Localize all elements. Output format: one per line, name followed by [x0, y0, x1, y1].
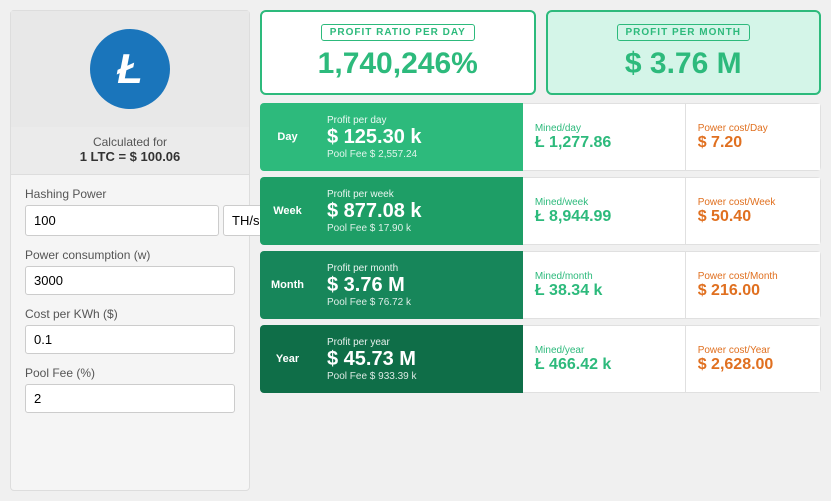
power-cell: Power cost/Month $ 216.00 — [686, 251, 821, 319]
period-label: Year — [260, 325, 315, 393]
pool-fee-value: Pool Fee $ 76.72 k — [327, 297, 511, 308]
mined-value: Ł 466.42 k — [535, 356, 673, 374]
profit-value: $ 3.76 M — [327, 274, 511, 297]
right-panel: PROFIT RATIO PER DAY 1,740,246% PROFIT P… — [260, 10, 821, 491]
profit-value: $ 125.30 k — [327, 126, 511, 149]
power-value: $ 2,628.00 — [698, 356, 808, 374]
power-value: $ 216.00 — [698, 282, 808, 300]
period-label: Day — [260, 103, 315, 171]
power-cell: Power cost/Week $ 50.40 — [686, 177, 821, 245]
table-row: Week Profit per week $ 877.08 k Pool Fee… — [260, 177, 821, 245]
main-container: Ł Calculated for 1 LTC = $ 100.06 Hashin… — [0, 0, 831, 501]
monthly-box: PROFIT PER MONTH $ 3.76 M — [546, 10, 822, 95]
calc-for-label: Calculated for — [11, 135, 249, 149]
exchange-rate: 1 LTC = $ 100.06 — [11, 149, 249, 164]
profit-cell: Profit per year $ 45.73 M Pool Fee $ 933… — [315, 325, 523, 393]
form-section: Hashing Power TH/s GH/s MH/s KH/s H/s Po… — [11, 175, 249, 413]
mined-value: Ł 1,277.86 — [535, 134, 673, 152]
top-metrics: PROFIT RATIO PER DAY 1,740,246% PROFIT P… — [260, 10, 821, 95]
cost-per-kwh-input[interactable] — [25, 325, 235, 354]
mined-cell: Mined/day Ł 1,277.86 — [523, 103, 686, 171]
hashing-power-row: TH/s GH/s MH/s KH/s H/s — [25, 205, 235, 236]
power-consumption-input[interactable] — [25, 266, 235, 295]
profit-value: $ 877.08 k — [327, 200, 511, 223]
pool-fee-label: Pool Fee (%) — [25, 366, 235, 380]
table-row: Month Profit per month $ 3.76 M Pool Fee… — [260, 251, 821, 319]
monthly-value: $ 3.76 M — [560, 47, 808, 81]
mined-value: Ł 38.34 k — [535, 282, 673, 300]
power-cell: Power cost/Year $ 2,628.00 — [686, 325, 821, 393]
pool-fee-input[interactable] — [25, 384, 235, 413]
logo-letter: Ł — [117, 45, 143, 93]
calc-for-section: Calculated for 1 LTC = $ 100.06 — [11, 127, 249, 175]
hashing-power-label: Hashing Power — [25, 187, 235, 201]
power-label: Power cost/Day — [698, 123, 808, 134]
ratio-box: PROFIT RATIO PER DAY 1,740,246% — [260, 10, 536, 95]
profit-cell: Profit per week $ 877.08 k Pool Fee $ 17… — [315, 177, 523, 245]
mined-label: Mined/year — [535, 345, 673, 356]
pool-fee-value: Pool Fee $ 2,557.24 — [327, 149, 511, 160]
power-label: Power cost/Week — [698, 197, 808, 208]
period-label: Month — [260, 251, 315, 319]
pool-fee-value: Pool Fee $ 933.39 k — [327, 371, 511, 382]
profit-label: Profit per week — [327, 189, 511, 200]
mined-label: Mined/day — [535, 123, 673, 134]
profit-label: Profit per month — [327, 263, 511, 274]
profit-cell: Profit per month $ 3.76 M Pool Fee $ 76.… — [315, 251, 523, 319]
power-value: $ 50.40 — [698, 208, 808, 226]
power-label: Power cost/Year — [698, 345, 808, 356]
profit-value: $ 45.73 M — [327, 348, 511, 371]
power-label: Power cost/Month — [698, 271, 808, 282]
mined-cell: Mined/year Ł 466.42 k — [523, 325, 686, 393]
ltc-logo: Ł — [90, 29, 170, 109]
ratio-value: 1,740,246% — [274, 47, 522, 81]
table-row: Day Profit per day $ 125.30 k Pool Fee $… — [260, 103, 821, 171]
mined-cell: Mined/month Ł 38.34 k — [523, 251, 686, 319]
power-value: $ 7.20 — [698, 134, 808, 152]
left-panel: Ł Calculated for 1 LTC = $ 100.06 Hashin… — [10, 10, 250, 491]
period-label: Week — [260, 177, 315, 245]
ratio-label: PROFIT RATIO PER DAY — [321, 24, 475, 41]
cost-per-kwh-label: Cost per KWh ($) — [25, 307, 235, 321]
monthly-label: PROFIT PER MONTH — [617, 24, 750, 41]
table-row: Year Profit per year $ 45.73 M Pool Fee … — [260, 325, 821, 393]
profit-cell: Profit per day $ 125.30 k Pool Fee $ 2,5… — [315, 103, 523, 171]
mined-cell: Mined/week Ł 8,944.99 — [523, 177, 686, 245]
mined-label: Mined/week — [535, 197, 673, 208]
mined-value: Ł 8,944.99 — [535, 208, 673, 226]
pool-fee-value: Pool Fee $ 17.90 k — [327, 223, 511, 234]
power-cell: Power cost/Day $ 7.20 — [686, 103, 821, 171]
profit-label: Profit per day — [327, 115, 511, 126]
data-rows: Day Profit per day $ 125.30 k Pool Fee $… — [260, 103, 821, 393]
hashing-power-input[interactable] — [25, 205, 219, 236]
profit-label: Profit per year — [327, 337, 511, 348]
mined-label: Mined/month — [535, 271, 673, 282]
logo-area: Ł — [11, 11, 249, 127]
power-consumption-label: Power consumption (w) — [25, 248, 235, 262]
